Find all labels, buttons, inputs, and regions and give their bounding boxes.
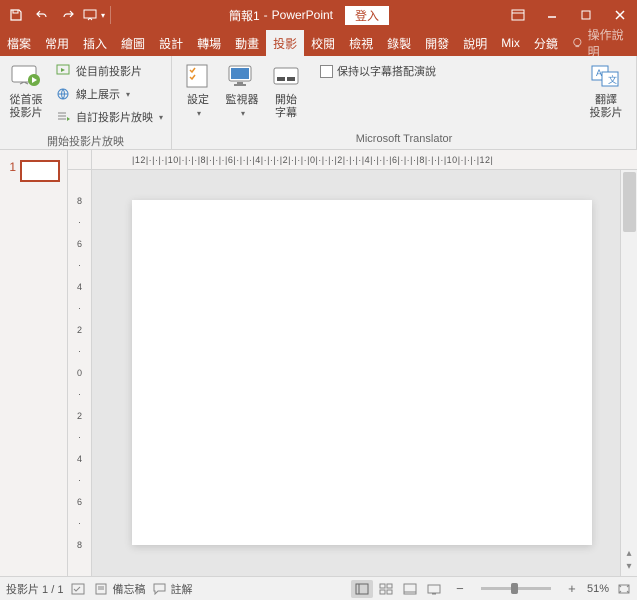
- undo-icon[interactable]: [30, 3, 54, 27]
- thumbnail-number: 1: [4, 160, 16, 174]
- tab-storyboard[interactable]: 分鏡: [527, 30, 565, 56]
- list-play-icon: [56, 109, 72, 125]
- ruler-corner: [68, 150, 92, 170]
- monitor-icon: [226, 60, 258, 92]
- svg-text:A: A: [596, 68, 602, 78]
- ribbon-tabs: 檔案 常用 插入 繪圖 設計 轉場 動畫 投影 校閱 檢視 錄製 開發 說明 M…: [0, 30, 637, 56]
- zoom-level[interactable]: 51%: [587, 583, 609, 595]
- setup-button[interactable]: 設定▾: [176, 58, 220, 133]
- group-start-slideshow: 從首張 投影片 從目前投影片 線上展示▾ 自訂投影片放映▾ 開始投影片放映: [0, 56, 172, 149]
- title-bar: ▾ 簡報1 - PowerPoint 登入: [0, 0, 637, 30]
- cc-icon: [270, 60, 302, 92]
- sorter-view-icon[interactable]: [375, 580, 397, 598]
- monitors-button[interactable]: 監視器▾: [220, 58, 264, 133]
- zoom-in-button[interactable]: +: [565, 581, 579, 596]
- view-switcher: [351, 580, 445, 598]
- scroll-nav: ▴ ▾: [621, 548, 637, 576]
- horizontal-ruler-wrap: |12|·|·|·|10|·|·|·|8|·|·|·|6|·|·|·|4|·|·…: [68, 150, 637, 170]
- group-label-translator: Microsoft Translator: [176, 133, 632, 149]
- always-subtitles-checkbox[interactable]: 保持以字幕搭配演說: [316, 60, 440, 82]
- tab-home[interactable]: 常用: [38, 30, 76, 56]
- tab-animations[interactable]: 動畫: [228, 30, 266, 56]
- vertical-ruler[interactable]: 8·6·4·2·0·2·4·6·8: [68, 170, 92, 576]
- svg-text:文: 文: [608, 74, 617, 85]
- thumbnail-row: 1: [0, 158, 67, 184]
- vertical-scrollbar[interactable]: ▴ ▾: [620, 170, 637, 576]
- slide-thumbnail-1[interactable]: [20, 160, 60, 182]
- app-name: PowerPoint: [272, 8, 333, 22]
- lightbulb-icon: [571, 36, 584, 50]
- minimize-icon[interactable]: [535, 0, 569, 30]
- tab-developer[interactable]: 開發: [418, 30, 456, 56]
- editor-area: |12|·|·|·|10|·|·|·|8|·|·|·|6|·|·|·|4|·|·…: [68, 150, 637, 576]
- comments-button[interactable]: 註解: [153, 581, 192, 597]
- main-area: 1 |12|·|·|·|10|·|·|·|8|·|·|·|6|·|·|·|4|·…: [0, 150, 637, 576]
- from-current-button[interactable]: 從目前投影片: [52, 60, 167, 82]
- status-bar: 投影片 1 / 1 備忘稿 註解 − + 51%: [0, 576, 637, 600]
- login-button[interactable]: 登入: [345, 6, 389, 25]
- tab-draw[interactable]: 繪圖: [114, 30, 152, 56]
- from-beginning-button[interactable]: 從首張 投影片: [4, 58, 48, 133]
- zoom-out-button[interactable]: −: [453, 581, 467, 596]
- scrollbar-thumb[interactable]: [623, 172, 636, 232]
- notes-icon: [95, 583, 109, 595]
- tab-transitions[interactable]: 轉場: [190, 30, 228, 56]
- ribbon-content: 從首張 投影片 從目前投影片 線上展示▾ 自訂投影片放映▾ 開始投影片放映: [0, 56, 637, 150]
- translate-slides-button[interactable]: A文 翻譯 投影片: [580, 58, 632, 133]
- next-slide-icon[interactable]: ▾: [626, 561, 631, 572]
- start-slideshow-icon[interactable]: ▾: [82, 3, 106, 27]
- tab-mix[interactable]: Mix: [494, 30, 527, 56]
- translate-icon: A文: [590, 60, 622, 92]
- tab-design[interactable]: 設計: [152, 30, 190, 56]
- slide-canvas-area[interactable]: [92, 170, 620, 576]
- tab-help[interactable]: 說明: [456, 30, 494, 56]
- screen-play-icon: [56, 63, 72, 79]
- presentation-play-icon: [10, 60, 42, 92]
- present-online-button[interactable]: 線上展示▾: [52, 83, 167, 105]
- normal-view-icon[interactable]: [351, 580, 373, 598]
- ribbon-display-icon[interactable]: [501, 0, 535, 30]
- group-label-start: 開始投影片放映: [4, 133, 167, 149]
- save-icon[interactable]: [4, 3, 28, 27]
- slide-canvas[interactable]: [132, 200, 592, 545]
- reading-view-icon[interactable]: [399, 580, 421, 598]
- comment-icon: [153, 583, 167, 595]
- slide-thumbnail-panel: 1: [0, 150, 68, 576]
- qat-separator: [110, 6, 111, 24]
- prev-slide-icon[interactable]: ▴: [626, 548, 631, 559]
- quick-access-toolbar: ▾: [0, 3, 117, 27]
- tab-slideshow[interactable]: 投影: [266, 30, 304, 56]
- checklist-icon: [182, 60, 214, 92]
- group-setup: 設定▾ 監視器▾ 開始 字幕 保持以字幕搭配演說 A文 翻譯 投影片: [172, 56, 637, 149]
- doc-name: 簡報1: [229, 7, 260, 24]
- tab-view[interactable]: 檢視: [342, 30, 380, 56]
- slideshow-view-icon[interactable]: [423, 580, 445, 598]
- notes-button[interactable]: 備忘稿: [95, 581, 145, 597]
- tab-review[interactable]: 校閱: [304, 30, 342, 56]
- globe-icon: [56, 86, 72, 102]
- custom-slideshow-button[interactable]: 自訂投影片放映▾: [52, 106, 167, 128]
- window-title: 簡報1 - PowerPoint 登入: [117, 6, 501, 25]
- checkbox-icon: [320, 65, 333, 78]
- slide-counter[interactable]: 投影片 1 / 1: [6, 581, 63, 597]
- fit-window-icon[interactable]: [617, 583, 631, 595]
- tab-insert[interactable]: 插入: [76, 30, 114, 56]
- zoom-slider-handle[interactable]: [511, 583, 518, 594]
- tell-me-search[interactable]: 操作說明: [565, 30, 637, 56]
- horizontal-ruler[interactable]: |12|·|·|·|10|·|·|·|8|·|·|·|6|·|·|·|4|·|·…: [92, 150, 637, 170]
- subtitles-button[interactable]: 開始 字幕: [264, 58, 308, 133]
- tab-file[interactable]: 檔案: [0, 30, 38, 56]
- spellcheck-icon[interactable]: [71, 582, 87, 596]
- zoom-slider[interactable]: [481, 587, 551, 590]
- tab-record[interactable]: 錄製: [380, 30, 418, 56]
- redo-icon[interactable]: [56, 3, 80, 27]
